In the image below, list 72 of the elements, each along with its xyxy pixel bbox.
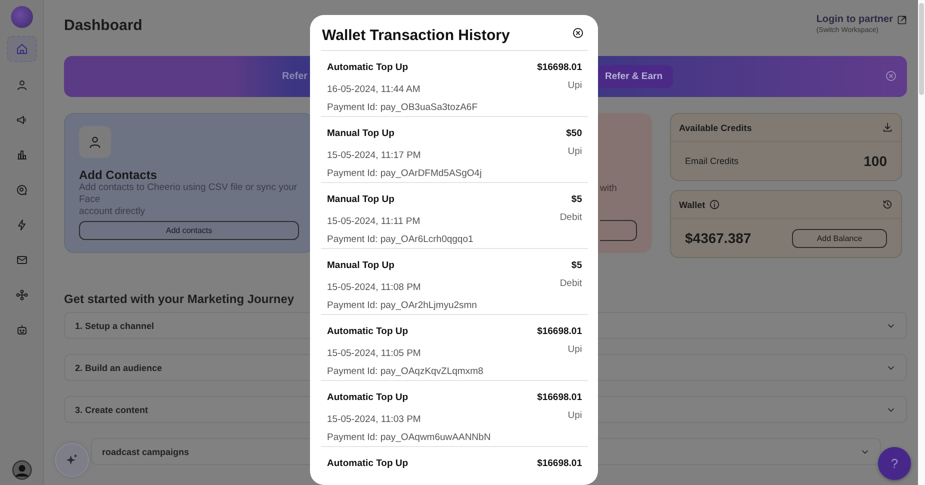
external-link-icon xyxy=(897,14,907,24)
scrollbar[interactable] xyxy=(918,0,925,485)
transaction-amount: $16698.01 xyxy=(537,62,582,75)
transaction-amount: $16698.01 xyxy=(537,392,582,405)
transaction-type: Manual Top Up xyxy=(327,128,396,141)
transaction-amount: $16698.01 xyxy=(537,458,582,471)
megaphone-icon xyxy=(16,114,28,126)
transaction-amount: $5 xyxy=(570,194,582,207)
scrollbar-thumb[interactable] xyxy=(919,3,924,95)
credits-title: Available Credits xyxy=(679,122,752,132)
person-icon xyxy=(16,79,28,91)
payment-id: Payment Id: pay_OB3uaSa3tozA6F xyxy=(327,102,479,115)
transaction-type: Automatic Top Up xyxy=(327,392,410,405)
download-icon[interactable] xyxy=(882,122,893,133)
transaction-date: 15-05-2024, 11:17 PM xyxy=(327,150,422,164)
transaction-date: 15-05-2024, 11:05 PM xyxy=(327,348,422,362)
transaction-amount: $50 xyxy=(566,128,582,141)
payment-id: Payment Id: pay_OArDFMd5ASgO4j xyxy=(327,168,483,181)
chat-search-icon xyxy=(16,184,28,196)
sparkle-icon xyxy=(65,453,79,467)
transaction-type: Automatic Top Up xyxy=(327,458,410,471)
card-description: with xyxy=(600,183,618,194)
payment-method: Upi xyxy=(566,344,582,358)
payment-method: Upi xyxy=(566,80,582,94)
transaction-amount: $5 xyxy=(570,260,582,273)
payment-id: Payment Id: pay_OAr2hLjmyu2smn xyxy=(327,300,478,313)
card-description: account directly xyxy=(79,206,146,218)
transaction-type: Manual Top Up xyxy=(327,194,396,207)
help-button[interactable]: ? xyxy=(878,447,911,480)
payment-id: Payment Id: pay_OAr6Lcrh0qgqo1 xyxy=(327,234,474,247)
info-icon[interactable] xyxy=(709,199,720,210)
add-contacts-button[interactable]: Add contacts xyxy=(79,221,299,240)
wallet-title: Wallet xyxy=(679,200,706,210)
wallet-balance: $4367.387 xyxy=(685,230,752,246)
credits-value: 100 xyxy=(864,153,887,169)
partner-login-link[interactable]: Login to partner xyxy=(816,14,907,25)
logo-icon[interactable] xyxy=(10,6,32,28)
payment-method: Upi xyxy=(566,146,582,160)
credits-label: Email Credits xyxy=(685,156,739,166)
transaction-type: Manual Top Up xyxy=(327,260,396,273)
nodes-icon xyxy=(16,289,28,301)
bar-chart-icon xyxy=(16,149,28,161)
user-avatar-icon[interactable] xyxy=(12,460,32,480)
person-glyph-icon xyxy=(88,135,102,149)
add-balance-button[interactable]: Add Balance xyxy=(792,228,887,248)
ai-assistant-button[interactable] xyxy=(55,443,89,477)
transaction-type: Automatic Top Up xyxy=(327,62,410,75)
robot-icon xyxy=(16,324,28,336)
page-title: Dashboard xyxy=(64,17,142,34)
transaction-date: 16-05-2024, 11:44 AM xyxy=(327,84,422,98)
history-icon[interactable] xyxy=(882,199,893,210)
close-icon[interactable] xyxy=(572,26,584,38)
transaction-type: Automatic Top Up xyxy=(327,326,410,339)
mail-icon xyxy=(16,254,28,266)
card-button[interactable] xyxy=(600,220,637,241)
modal-title: Wallet Transaction History xyxy=(322,27,510,44)
payment-id: Payment Id: pay_OAqwm6uwAANNbN xyxy=(327,432,492,445)
lightning-icon xyxy=(16,219,28,231)
section-title: Get started with your Marketing Journey xyxy=(64,292,294,306)
transaction-amount: $16698.01 xyxy=(537,326,582,339)
transaction-date: 15-05-2024, 11:08 PM xyxy=(327,282,422,296)
banner-text: Refer xyxy=(282,71,308,82)
transaction-date: 15-05-2024, 11:11 PM xyxy=(327,216,422,230)
refer-earn-button[interactable]: Refer & Earn xyxy=(597,65,673,88)
home-icon xyxy=(16,43,28,55)
transaction-date: 15-05-2024, 11:03 PM xyxy=(327,414,422,428)
payment-id: Payment Id: pay_OAqzKqvZLqmxm8 xyxy=(327,366,484,379)
payment-method: Upi xyxy=(566,410,582,424)
payment-method: Debit xyxy=(560,278,582,292)
card-title: Add Contacts xyxy=(79,168,158,182)
payment-method: Debit xyxy=(560,212,582,226)
sidebar-item[interactable] xyxy=(6,36,36,62)
